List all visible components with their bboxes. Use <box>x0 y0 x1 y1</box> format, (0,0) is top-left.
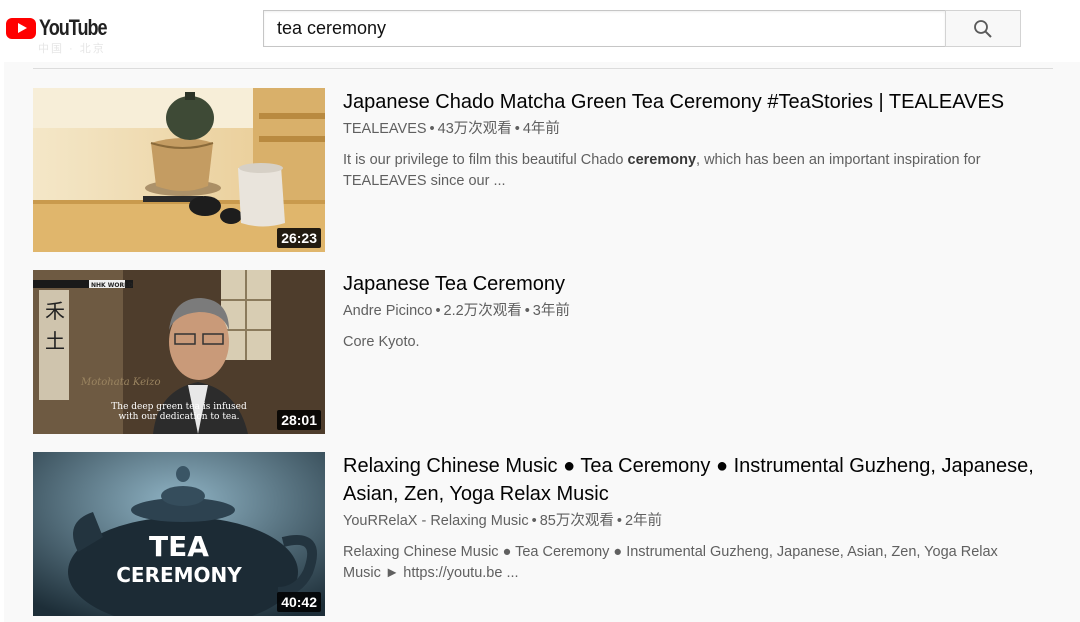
logo-region-label: 中国 · 北京 <box>38 43 106 55</box>
video-thumbnail[interactable]: TEA CEREMONY 40:42 <box>33 452 325 616</box>
video-duration: 40:42 <box>277 592 321 612</box>
description-highlight: ceremony <box>627 152 697 168</box>
meta-separator: • <box>429 121 435 137</box>
video-description: Relaxing Chinese Music ● Tea Ceremony ● … <box>343 542 1033 584</box>
view-count: 43万次观看 <box>437 121 512 137</box>
search-button[interactable] <box>945 10 1021 47</box>
video-title[interactable]: Japanese Tea Ceremony <box>343 270 1043 298</box>
video-description: It is our privilege to film this beautif… <box>343 150 1033 192</box>
video-info: Japanese Chado Matcha Green Tea Ceremony… <box>343 88 1043 192</box>
view-count: 85万次观看 <box>539 513 614 529</box>
view-count: 2.2万次观看 <box>443 303 522 319</box>
description-text: Relaxing Chinese Music ● Tea Ceremony ● … <box>343 544 998 581</box>
upload-age: 3年前 <box>532 303 570 319</box>
video-title[interactable]: Relaxing Chinese Music ● Tea Ceremony ● … <box>343 452 1043 508</box>
top-bar: YouTube 中国 · 北京 <box>0 0 1080 62</box>
video-result[interactable]: TEA CEREMONY 40:42 Relaxing Chinese Musi… <box>33 452 1053 616</box>
video-duration: 28:01 <box>277 410 321 430</box>
thumbnail-title-line-2: CEREMONY <box>116 563 242 587</box>
youtube-play-icon <box>6 17 36 39</box>
video-title[interactable]: Japanese Chado Matcha Green Tea Ceremony… <box>343 88 1043 116</box>
video-description: Core Kyoto. <box>343 332 1033 353</box>
meta-separator: • <box>524 303 530 319</box>
video-thumbnail[interactable]: 26:23 <box>33 88 325 252</box>
meta-separator: • <box>514 121 520 137</box>
upload-age: 4年前 <box>522 121 560 137</box>
video-thumbnail[interactable]: 禾 土 NHK WORLD Motohata Keizo The deep gr… <box>33 270 325 434</box>
speaker-name-overlay: Motohata Keizo <box>80 377 160 388</box>
svg-text:禾: 禾 <box>45 299 65 323</box>
nhk-logo-text: NHK WORLD <box>91 282 133 289</box>
thumbnail-title-line-1: TEA <box>149 530 209 563</box>
video-meta: YouRRelaX - Relaxing Music • 85万次观看 • 2年前 <box>343 511 1043 531</box>
channel-name[interactable]: Andre Picinco <box>343 303 432 319</box>
youtube-logo[interactable]: YouTube <box>6 15 121 41</box>
video-info: Relaxing Chinese Music ● Tea Ceremony ● … <box>343 452 1043 584</box>
description-text: It is our privilege to film this beautif… <box>343 152 628 168</box>
description-text: Core Kyoto. <box>343 334 420 350</box>
video-duration: 26:23 <box>277 228 321 248</box>
search-box[interactable] <box>263 10 945 47</box>
subtitle-line-1: The deep green tea is infused <box>111 402 247 412</box>
upload-age: 2年前 <box>624 513 663 529</box>
meta-separator: • <box>531 513 537 529</box>
video-meta: Andre Picinco • 2.2万次观看 • 3年前 <box>343 301 1043 321</box>
subtitle-line-2: with our dedication to tea. <box>118 412 239 422</box>
video-result[interactable]: 26:23 Japanese Chado Matcha Green Tea Ce… <box>33 88 1053 252</box>
meta-separator: • <box>435 303 441 319</box>
search-input[interactable] <box>277 18 945 39</box>
logo-text: YouTube <box>39 15 108 40</box>
video-meta: TEALEAVES • 43万次观看 • 4年前 <box>343 119 1043 139</box>
divider <box>33 68 1053 69</box>
svg-text:土: 土 <box>45 329 65 353</box>
channel-name[interactable]: TEALEAVES <box>343 121 427 137</box>
meta-separator: • <box>616 513 622 529</box>
video-result[interactable]: 禾 土 NHK WORLD Motohata Keizo The deep gr… <box>33 270 1053 434</box>
channel-name[interactable]: YouRRelaX - Relaxing Music <box>343 513 529 529</box>
search-icon <box>974 19 992 38</box>
video-info: Japanese Tea Ceremony Andre Picinco • 2.2万… <box>343 270 1043 353</box>
